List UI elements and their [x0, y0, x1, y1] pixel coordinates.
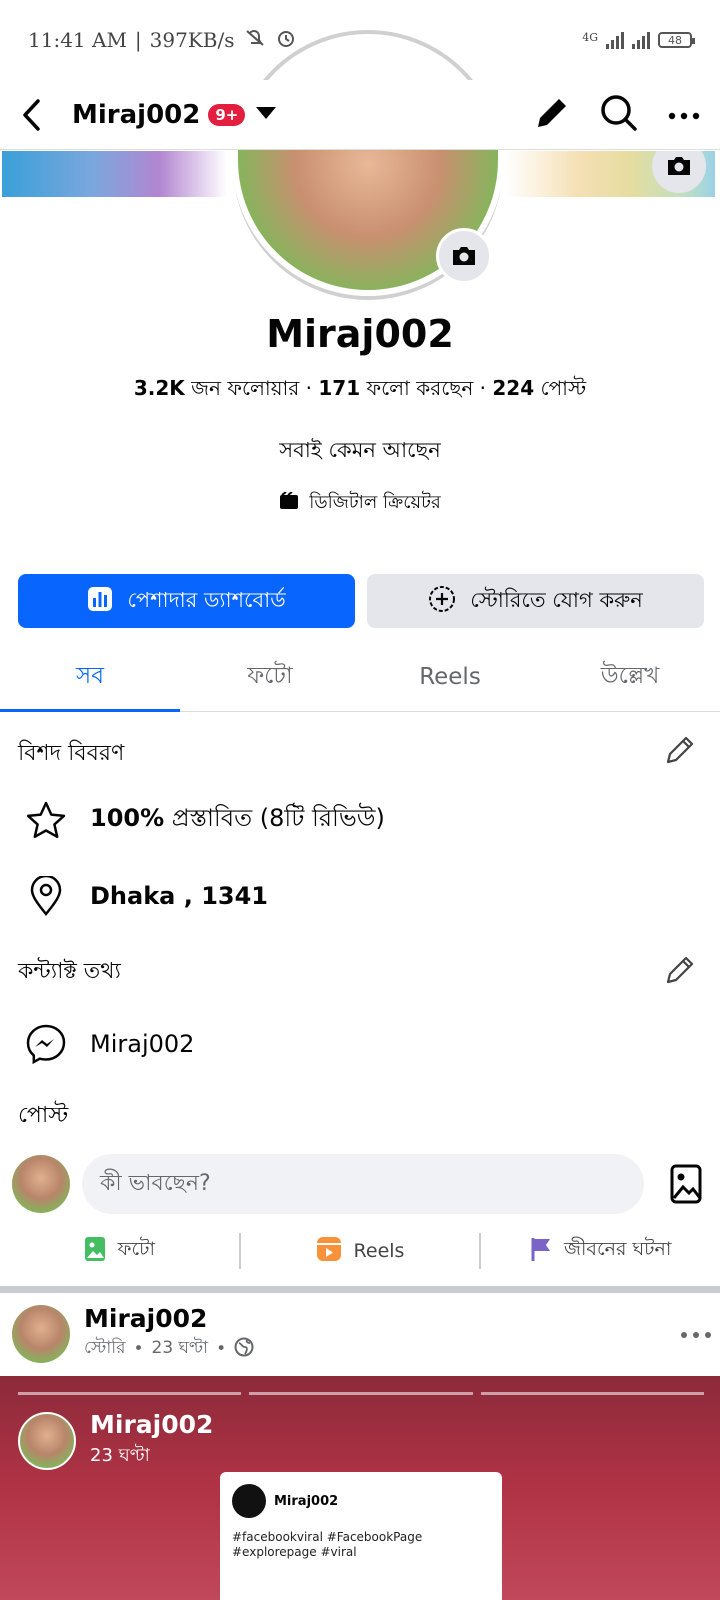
caret-down-icon[interactable]	[255, 105, 277, 124]
profile-bio: সবাই কেমন আছেন	[279, 438, 441, 462]
photo-action-button[interactable]: ফটো	[0, 1235, 239, 1267]
cover-image-left	[2, 151, 227, 197]
recommend-percent: 100%	[90, 804, 165, 832]
search-icon[interactable]	[600, 94, 638, 136]
profile-buttons: পেশাদার ড্যাশবোর্ড স্টোরিতে যোগ করুন	[18, 574, 704, 628]
avatar-camera-icon[interactable]	[436, 228, 492, 284]
dashboard-label: পেশাদার ড্যাশবোর্ড	[127, 587, 286, 612]
profile-category: ডিজিটাল ক্রিয়েটর	[0, 488, 720, 519]
posts-title: পোস্ট	[18, 1103, 69, 1128]
edit-details-icon[interactable]	[664, 734, 696, 770]
photo-icon	[84, 1236, 106, 1267]
messenger-icon	[24, 1022, 68, 1066]
story-shared-card: Miraj002 #facebookviral #FacebookPage #e…	[220, 1472, 502, 1600]
more-icon[interactable]	[668, 105, 700, 124]
story-user: Miraj002 23 ঘণ্টা	[18, 1410, 213, 1472]
story-progress-bars	[18, 1392, 704, 1395]
location-row: Dhaka , 1341	[24, 874, 268, 918]
life-event-action-button[interactable]: জীবনের ঘটনা	[481, 1235, 720, 1267]
reels-action-label: Reels	[353, 1240, 405, 1262]
alarm-icon	[275, 27, 297, 54]
post-time[interactable]: 23 ঘণ্টা	[152, 1335, 209, 1363]
post-author-name[interactable]: Miraj002	[84, 1304, 254, 1333]
recommend-text[interactable]: প্রস্তাবিত (8টি রিভিউ)	[172, 804, 385, 832]
notification-badge: 9+	[208, 103, 246, 126]
contact-title: কন্ট্যাক্ট তথ্য	[18, 959, 121, 984]
signal-icon-2	[632, 31, 650, 49]
post-subtitle: স্টোরি • 23 ঘণ্টা •	[84, 1335, 254, 1363]
professional-dashboard-button[interactable]: পেশাদার ড্যাশবোর্ড	[18, 574, 355, 628]
story-user-name: Miraj002	[90, 1410, 214, 1439]
add-circle-icon	[428, 585, 456, 618]
section-divider	[0, 1286, 720, 1293]
card-page-name: Miraj002	[274, 1493, 339, 1509]
card-hashtags: #facebookviral #FacebookPage #explorepag…	[232, 1530, 423, 1559]
reels-icon	[316, 1236, 342, 1267]
status-time: 11:41 AM	[28, 28, 127, 52]
back-icon[interactable]	[20, 95, 52, 135]
battery-icon: 48	[658, 32, 695, 48]
category-label: ডিজিটাল ক্রিয়েটর	[309, 492, 441, 513]
composer-actions: ফটো Reels জীবনের ঘটনা	[0, 1228, 720, 1274]
posts-label: পোস্ট	[540, 376, 587, 400]
followers-label[interactable]: জন ফলোয়ার	[191, 376, 299, 400]
story-post-media[interactable]: Miraj002 23 ঘণ্টা Miraj002 #facebookvira…	[0, 1376, 720, 1600]
post-header: Miraj002 স্টোরি • 23 ঘণ্টা •	[12, 1304, 712, 1363]
reels-action-button[interactable]: Reels	[241, 1236, 480, 1267]
post-type: স্টোরি	[84, 1338, 126, 1358]
profile-switcher-title[interactable]: Miraj002	[72, 100, 200, 130]
post-more-icon[interactable]	[680, 1324, 712, 1343]
card-logo	[232, 1484, 266, 1518]
mute-icon	[243, 27, 267, 54]
whats-on-your-mind-input[interactable]: কী ভাবছেন?	[82, 1154, 644, 1214]
flag-icon	[530, 1236, 552, 1267]
details-title: বিশদ বিবরণ	[18, 741, 125, 766]
location-pin-icon	[24, 874, 68, 918]
story-avatar	[18, 1412, 76, 1470]
following-count[interactable]: 171	[318, 376, 360, 400]
life-event-action-label: জীবনের ঘটনা	[563, 1238, 672, 1260]
status-speed: 397KB/s	[149, 28, 235, 52]
network-label: 4G	[582, 31, 598, 44]
tab-reels[interactable]: Reels	[360, 642, 540, 711]
profile-tabs: সব ফটো Reels উল্লেখ	[0, 642, 720, 712]
status-divider: |	[134, 28, 142, 52]
composer-avatar[interactable]	[12, 1155, 70, 1213]
tab-mentions[interactable]: উল্লেখ	[540, 642, 720, 711]
edit-pencil-icon[interactable]	[534, 95, 570, 135]
creator-icon	[279, 491, 299, 515]
add-to-story-button[interactable]: স্টোরিতে যোগ করুন	[367, 574, 704, 628]
edit-contact-icon[interactable]	[664, 954, 696, 990]
messenger-row[interactable]: Miraj002	[24, 1022, 194, 1066]
story-time: 23 ঘণ্টা	[90, 1445, 150, 1466]
top-bar: Miraj002 9+	[0, 80, 720, 150]
star-icon	[24, 798, 68, 842]
tab-photos[interactable]: ফটো	[180, 642, 360, 711]
profile-stats: 3.2K জন ফলোয়ার · 171 ফলো করছেন · 224 পো…	[133, 376, 587, 400]
messenger-username: Miraj002	[90, 1030, 195, 1058]
recommendation-row: 100% প্রস্তাবিত (8টি রিভিউ)	[24, 798, 385, 842]
followers-count[interactable]: 3.2K	[134, 376, 185, 400]
globe-icon	[234, 1337, 254, 1362]
post-composer: কী ভাবছেন?	[12, 1152, 708, 1216]
post-author-avatar[interactable]	[12, 1304, 70, 1363]
location-text: Dhaka , 1341	[90, 882, 268, 910]
photo-action-label: ফটো	[117, 1238, 156, 1260]
profile-name: Miraj002	[266, 312, 454, 356]
add-photo-icon[interactable]	[664, 1162, 708, 1206]
dashboard-icon	[87, 586, 113, 617]
tab-all[interactable]: সব	[0, 642, 180, 712]
posts-count: 224	[492, 376, 535, 400]
add-story-label: স্টোরিতে যোগ করুন	[470, 587, 643, 612]
following-label[interactable]: ফলো করছেন	[366, 376, 473, 400]
signal-icon	[606, 31, 624, 49]
